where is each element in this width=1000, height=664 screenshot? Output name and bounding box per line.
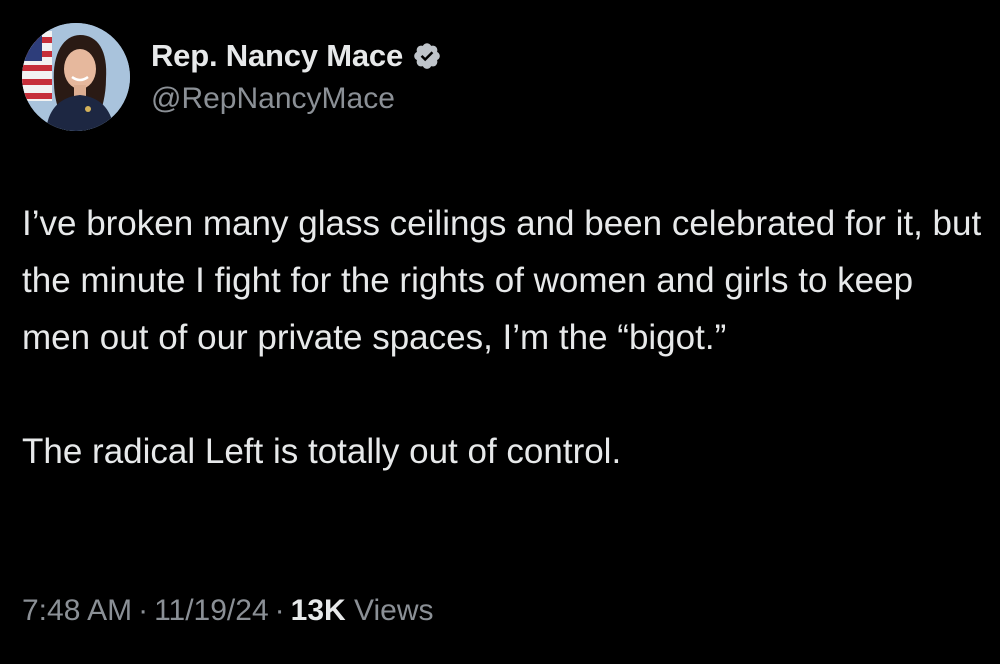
tweet-meta: 7:48 AM · 11/19/24 · 13K Views <box>22 594 434 628</box>
views-label: Views <box>354 594 434 627</box>
meta-separator: · <box>138 594 149 627</box>
author-name-row: Rep. Nancy Mace <box>151 36 442 76</box>
views-count: 13K <box>290 594 346 627</box>
tweet-text: I’ve broken many glass ceilings and been… <box>22 195 987 480</box>
verified-badge-icon[interactable] <box>412 41 442 71</box>
flag-graphic <box>22 31 52 101</box>
tweet-paragraph: The radical Left is totally out of contr… <box>22 432 622 471</box>
tweet-paragraph: I’ve broken many glass ceilings and been… <box>22 204 982 357</box>
author-handle[interactable]: @RepNancyMace <box>151 82 395 116</box>
tweet-time[interactable]: 7:48 AM <box>22 594 132 627</box>
tweet-card: Rep. Nancy Mace @RepNancyMace I’ve broke… <box>0 0 1000 664</box>
tweet-date[interactable]: 11/19/24 <box>154 594 269 627</box>
meta-separator: · <box>274 594 285 627</box>
author-display-name[interactable]: Rep. Nancy Mace <box>151 38 403 74</box>
author-avatar[interactable] <box>22 23 130 131</box>
avatar-photo <box>22 23 130 131</box>
